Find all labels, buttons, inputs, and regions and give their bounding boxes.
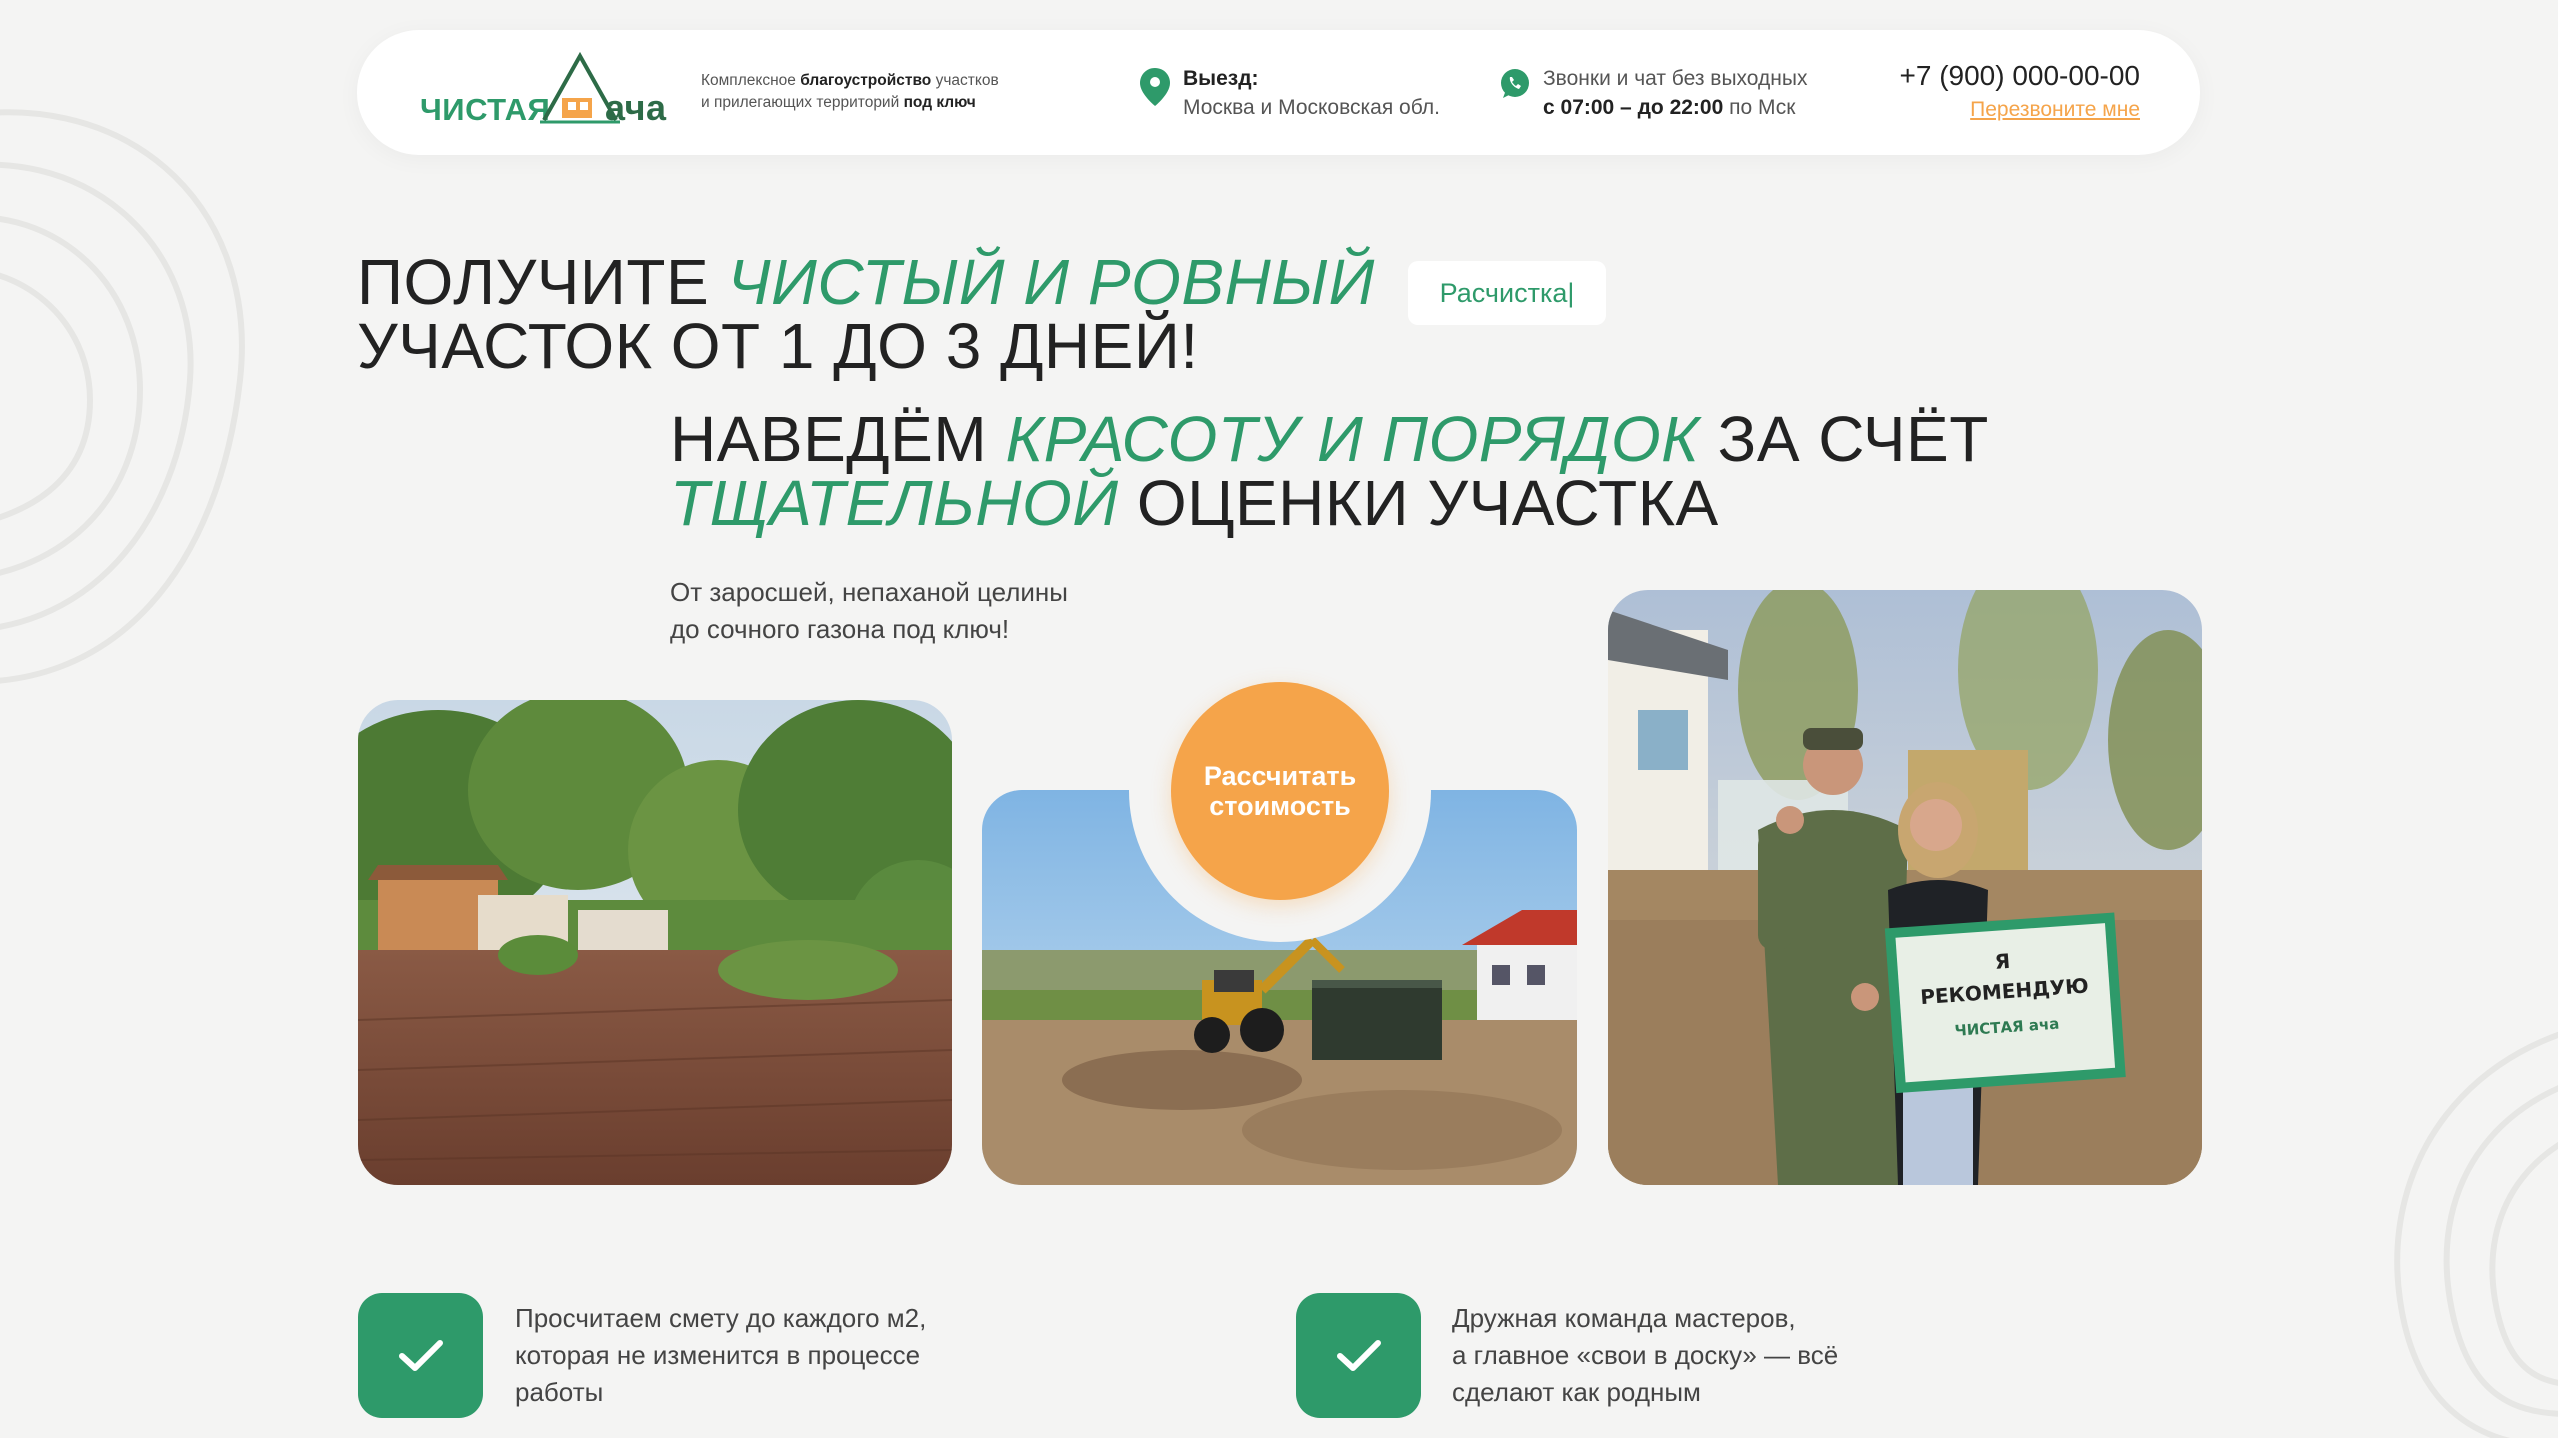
location-label: Выезд: xyxy=(1183,67,1259,90)
hero-title-text: ПОЛУЧИТЕ xyxy=(357,246,728,318)
location-value: Москва и Московская обл. xyxy=(1183,96,1440,119)
working-hours: Звонки и чат без выходных с 07:00 – до 2… xyxy=(1543,64,1807,122)
tagline-bold: под ключ xyxy=(903,94,976,111)
sign-text-line1: Я xyxy=(1994,949,2011,974)
hero-description: От заросшей, непаханой целины до сочного… xyxy=(670,574,1068,648)
hours-line1: Звонки и чат без выходных xyxy=(1543,67,1808,90)
tagline-bold: благоустройство xyxy=(800,72,932,89)
location-info: Выезд: Москва и Московская обл. xyxy=(1183,64,1440,122)
photo-recommendation: Я РЕКОМЕНДУЮ ЧИСТАЯ ача xyxy=(1608,590,2202,1185)
hours-timezone: по Мск xyxy=(1723,96,1796,119)
cta-label-line1: Рассчитать xyxy=(1203,761,1357,791)
tagline-text: Комплексное xyxy=(701,72,801,89)
feature-text-estimate: Просчитаем смету до каждого м2, которая … xyxy=(515,1300,926,1411)
feature-line: Дружная команда мастеров, xyxy=(1452,1303,1796,1333)
calculate-cost-button[interactable]: Рассчитать стоимость xyxy=(1171,682,1389,900)
hero-subtitle-text: НАВЕДЁМ xyxy=(670,403,1006,475)
callback-link[interactable]: Перезвоните мне xyxy=(1970,98,2140,122)
logo[interactable]: ЧИСТАЯ ача xyxy=(420,50,682,140)
hero-title: ПОЛУЧИТЕ ЧИСТЫЙ И РОВНЫЙ УЧАСТОК ОТ 1 ДО… xyxy=(357,250,1375,378)
hero-subtitle-accent: ТЩАТЕЛЬНОЙ xyxy=(670,467,1119,539)
feature-line: Просчитаем смету до каждого м2, xyxy=(515,1303,927,1333)
hero-subtitle: НАВЕДЁМ КРАСОТУ И ПОРЯДОК ЗА СЧЁТ ТЩАТЕЛ… xyxy=(670,407,1989,535)
hero-subtitle-text: ОЦЕНКИ УЧАСТКА xyxy=(1118,467,1719,539)
hero-description-line1: От заросшей, непаханой целины xyxy=(670,577,1068,607)
feature-line: а главное «свои в доску» — всё xyxy=(1452,1340,1839,1370)
feature-line: которая не изменится в процессе xyxy=(515,1340,921,1370)
feature-check-icon xyxy=(1296,1293,1421,1418)
feature-line: сделают как родным xyxy=(1452,1377,1701,1407)
location-pin-icon xyxy=(1140,68,1170,106)
hero-description-line2: до сочного газона под ключ! xyxy=(670,614,1010,644)
header-tagline: Комплексное благоустройство участков и п… xyxy=(701,70,1021,114)
photo-cleared-plot xyxy=(358,700,952,1185)
hours-time: с 07:00 – до 22:00 xyxy=(1543,96,1724,119)
tagline-text: участков xyxy=(931,72,999,89)
whatsapp-icon xyxy=(1501,69,1529,98)
tagline-text: и прилегающих территорий xyxy=(701,94,904,111)
hero-subtitle-text: ЗА СЧЁТ xyxy=(1699,403,1989,475)
header-bar: ЧИСТАЯ ача Комплексное благоустройство у… xyxy=(357,30,2200,155)
cta-label-line2: стоимость xyxy=(1209,791,1351,821)
hero-subtitle-accent: КРАСОТУ И ПОРЯДОК xyxy=(1005,403,1700,475)
logo-text-part1: ЧИСТАЯ xyxy=(420,92,551,127)
hero-title-line2: УЧАСТОК ОТ 1 ДО 3 ДНЕЙ! xyxy=(357,310,1199,382)
feature-check-icon xyxy=(358,1293,483,1418)
phone-number[interactable]: +7 (900) 000-00-00 xyxy=(1899,60,2140,92)
hero-title-accent: ЧИСТЫЙ И РОВНЫЙ xyxy=(727,246,1375,318)
rotating-service-tag: Расчистка| xyxy=(1408,261,1606,325)
feature-text-team: Дружная команда мастеров, а главное «сво… xyxy=(1452,1300,1838,1411)
logo-text-part2: ача xyxy=(605,87,667,128)
feature-line: работы xyxy=(515,1377,604,1407)
